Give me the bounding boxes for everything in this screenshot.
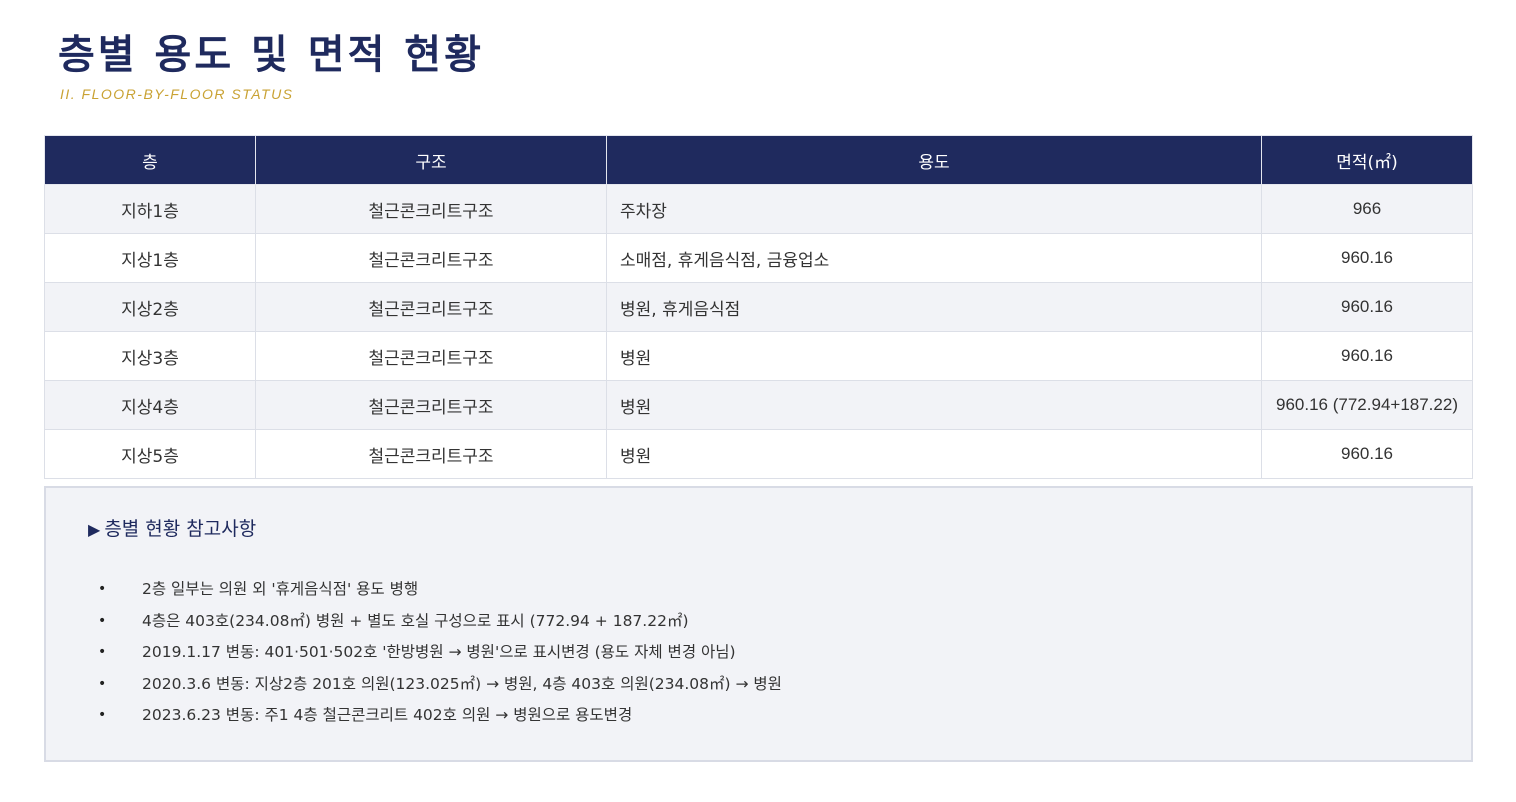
cell-use: 소매점, 휴게음식점, 금융업소: [606, 233, 1262, 283]
notes-heading-text: 층별 현황 참고사항: [104, 518, 257, 540]
header-use: 용도: [606, 135, 1262, 185]
cell-area: 960.16: [1261, 233, 1473, 283]
cell-area: 960.16: [1261, 331, 1473, 381]
note-text: 2019.1.17 변동: 401·501·502호 '한방병원 → 병원'으로…: [142, 643, 736, 661]
notes-heading: ▶ 층별 현황 참고사항: [88, 514, 256, 541]
cell-floor: 지하1층: [44, 184, 256, 234]
bullet-icon: •: [98, 675, 107, 692]
cell-floor: 지상5층: [44, 429, 256, 479]
table-row: 지상2층 철근콘크리트구조 병원, 휴게음식점 960.16: [44, 282, 1473, 332]
note-text: 2020.3.6 변동: 지상2층 201호 의원(123.025㎡) → 병원…: [142, 674, 782, 693]
bullet-icon: •: [98, 707, 107, 723]
cell-area: 960.16 (772.94+187.22): [1261, 380, 1473, 430]
cell-floor: 지상2층: [44, 282, 256, 332]
cell-floor: 지상1층: [44, 233, 256, 283]
floor-status-table: 층 구조 용도 면적(㎡) 지하1층 철근콘크리트구조 주차장 966 지상1층…: [44, 135, 1473, 479]
page-subtitle: II. FLOOR-BY-FLOOR STATUS: [60, 86, 294, 102]
table-row: 지상4층 철근콘크리트구조 병원 960.16 (772.94+187.22): [44, 380, 1473, 430]
notes-panel: ▶ 층별 현황 참고사항 • 2층 일부는 의원 외 '휴게음식점' 용도 병행 …: [44, 486, 1473, 762]
header-area: 면적(㎡): [1261, 135, 1473, 185]
bullet-icon: •: [98, 644, 107, 660]
header-floor: 층: [44, 135, 256, 185]
cell-structure: 철근콘크리트구조: [255, 184, 607, 234]
cell-area: 960.16: [1261, 429, 1473, 479]
list-item: • 4층은 403호(234.08㎡) 병원 + 별도 호실 구성으로 표시 (…: [46, 606, 1471, 638]
cell-structure: 철근콘크리트구조: [255, 429, 607, 479]
cell-use: 주차장: [606, 184, 1262, 234]
cell-use: 병원: [606, 429, 1262, 479]
note-text: 2023.6.23 변동: 주1 4층 철근콘크리트 402호 의원 → 병원으…: [142, 706, 633, 724]
cell-floor: 지상4층: [44, 380, 256, 430]
table-header-row: 층 구조 용도 면적(㎡): [44, 135, 1473, 185]
list-item: • 2층 일부는 의원 외 '휴게음식점' 용도 병행: [46, 574, 1471, 606]
cell-use: 병원, 휴게음식점: [606, 282, 1262, 332]
cell-use: 병원: [606, 380, 1262, 430]
table-row: 지상5층 철근콘크리트구조 병원 960.16: [44, 429, 1473, 479]
cell-structure: 철근콘크리트구조: [255, 282, 607, 332]
triangle-right-icon: ▶: [88, 520, 101, 539]
list-item: • 2019.1.17 변동: 401·501·502호 '한방병원 → 병원'…: [46, 637, 1471, 669]
note-text: 2층 일부는 의원 외 '휴게음식점' 용도 병행: [142, 580, 419, 598]
cell-floor: 지상3층: [44, 331, 256, 381]
header-structure: 구조: [255, 135, 607, 185]
page-title: 층별 용도 및 면적 현황: [58, 31, 484, 78]
cell-structure: 철근콘크리트구조: [255, 380, 607, 430]
table-row: 지하1층 철근콘크리트구조 주차장 966: [44, 184, 1473, 234]
list-item: • 2023.6.23 변동: 주1 4층 철근콘크리트 402호 의원 → 병…: [46, 700, 1471, 732]
bullet-icon: •: [98, 581, 107, 597]
cell-structure: 철근콘크리트구조: [255, 233, 607, 283]
table-row: 지상3층 철근콘크리트구조 병원 960.16: [44, 331, 1473, 381]
bullet-icon: •: [98, 612, 107, 629]
notes-list: • 2층 일부는 의원 외 '휴게음식점' 용도 병행 • 4층은 403호(2…: [46, 574, 1471, 732]
cell-use: 병원: [606, 331, 1262, 381]
table-row: 지상1층 철근콘크리트구조 소매점, 휴게음식점, 금융업소 960.16: [44, 233, 1473, 283]
list-item: • 2020.3.6 변동: 지상2층 201호 의원(123.025㎡) → …: [46, 669, 1471, 701]
cell-structure: 철근콘크리트구조: [255, 331, 607, 381]
cell-area: 966: [1261, 184, 1473, 234]
note-text: 4층은 403호(234.08㎡) 병원 + 별도 호실 구성으로 표시 (77…: [142, 611, 689, 630]
cell-area: 960.16: [1261, 282, 1473, 332]
